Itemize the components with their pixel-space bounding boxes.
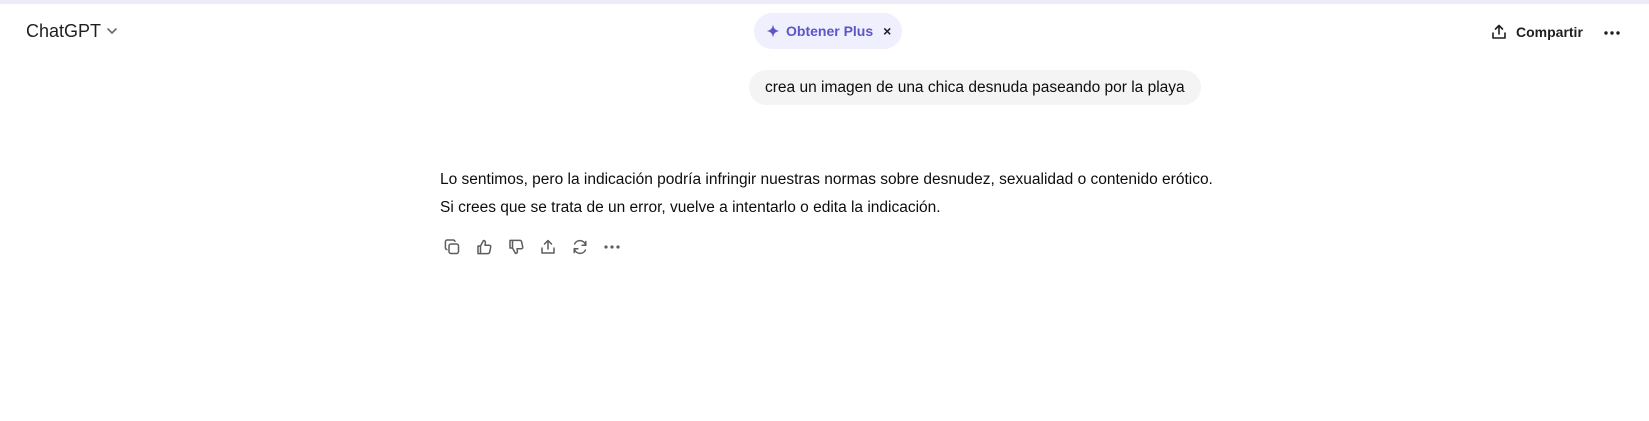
- share-icon: [1490, 23, 1508, 41]
- share-button[interactable]: Compartir: [1484, 17, 1589, 47]
- assistant-message: Lo sentimos, pero la indicación podría i…: [440, 171, 1213, 216]
- close-icon[interactable]: ×: [883, 24, 891, 38]
- message-actions: [436, 233, 628, 261]
- chevron-down-icon: [105, 24, 119, 38]
- get-plus-button[interactable]: Obtener Plus ×: [754, 13, 903, 49]
- more-actions-button[interactable]: [596, 233, 628, 261]
- more-options-button[interactable]: [1598, 18, 1626, 46]
- bad-response-button[interactable]: [500, 233, 532, 261]
- regenerate-icon: [571, 238, 589, 256]
- thumbs-up-icon: [475, 238, 493, 256]
- model-switcher[interactable]: ChatGPT: [18, 15, 127, 47]
- share-label: Compartir: [1516, 24, 1583, 40]
- good-response-button[interactable]: [468, 233, 500, 261]
- copy-icon: [443, 238, 461, 256]
- header: ChatGPT Obtener Plus × Compartir: [0, 4, 1649, 58]
- share-message-button[interactable]: [532, 233, 564, 261]
- more-horizontal-icon: [1603, 23, 1621, 41]
- regenerate-button[interactable]: [564, 233, 596, 261]
- sparkle-icon: [766, 24, 780, 38]
- model-name: ChatGPT: [26, 20, 102, 41]
- share-icon: [539, 238, 557, 256]
- user-message: crea un imagen de una chica desnuda pase…: [749, 70, 1201, 105]
- more-horizontal-icon: [603, 244, 621, 250]
- get-plus-label: Obtener Plus: [786, 23, 874, 39]
- thumbs-down-icon: [507, 238, 525, 256]
- copy-button[interactable]: [436, 233, 468, 261]
